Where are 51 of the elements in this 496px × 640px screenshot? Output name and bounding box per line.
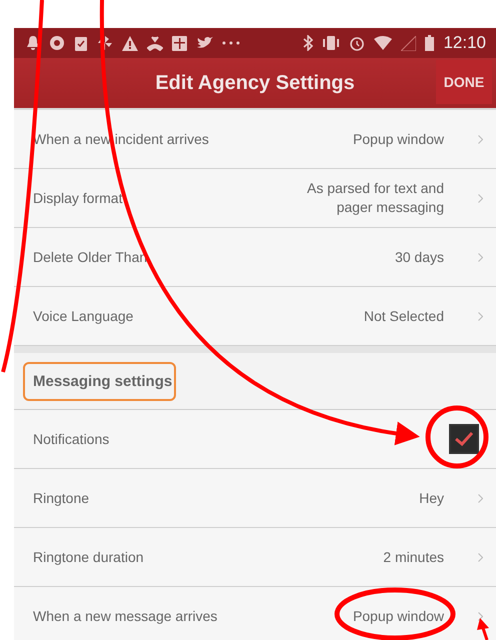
- chevron-icon: [478, 312, 483, 320]
- done-button[interactable]: DONE: [436, 60, 492, 104]
- bell-icon: [26, 35, 40, 51]
- setting-label: Ringtone: [33, 490, 90, 506]
- settings-row[interactable]: Ringtone duration 2 minutes: [14, 528, 496, 587]
- settings-row[interactable]: Display format As parsed for text and pager messaging: [14, 169, 496, 228]
- circle-annotation: [426, 406, 488, 468]
- settings-row[interactable]: When a new incident arrives Popup window: [14, 110, 496, 169]
- setting-label: Ringtone duration: [33, 549, 145, 565]
- setting-value: 30 days: [394, 248, 444, 266]
- vibrate-icon: [322, 36, 340, 50]
- chevron-icon: [478, 252, 483, 262]
- chevron-icon: [478, 552, 483, 562]
- setting-label: When a new incident arrives: [33, 131, 210, 147]
- chevron-icon: [478, 134, 483, 144]
- grid-icon: [172, 36, 187, 50]
- setting-value: Popup window: [352, 130, 444, 148]
- chevron-icon: [478, 612, 483, 620]
- browser-icon: [49, 35, 65, 51]
- phone-icon: [147, 35, 163, 51]
- status-time: 12:10: [443, 33, 486, 53]
- warning-icon: [122, 36, 138, 50]
- chevron-icon: [478, 494, 483, 502]
- settings-row[interactable]: Notifications: [14, 410, 496, 469]
- signal-icon: [401, 36, 416, 50]
- check-icon: [454, 431, 474, 447]
- setting-value: Not Selected: [362, 306, 444, 326]
- screen-title: Edit Agency Settings: [155, 72, 355, 94]
- battery-icon: [425, 35, 434, 51]
- settings-row[interactable]: When a new message arrives Popup window: [14, 587, 496, 640]
- setting-label: Voice Language: [33, 308, 134, 324]
- arrow-annotation: [477, 618, 489, 640]
- bird-icon: [196, 36, 213, 50]
- setting-label: Display format: [33, 190, 124, 206]
- more-icon: [222, 41, 240, 45]
- bluetooth-icon: [303, 35, 314, 51]
- settings-row[interactable]: Ringtone Hey: [14, 469, 496, 528]
- setting-value: Hey: [418, 488, 444, 508]
- alarm-icon: [349, 35, 366, 51]
- clipboard-icon: [74, 35, 88, 51]
- setting-label: Notifications: [33, 431, 110, 447]
- setting-value: Popup window: [352, 606, 444, 626]
- settings-row[interactable]: Voice Language Not Selected: [14, 287, 496, 346]
- wifi-icon: [374, 36, 392, 50]
- chevron-icon: [478, 194, 483, 202]
- section-title: Messaging settings: [23, 362, 176, 400]
- setting-value: 2 minutes: [382, 548, 444, 566]
- checkbox[interactable]: [449, 424, 479, 454]
- setting-label: When a new message arrives: [33, 608, 218, 624]
- pinwheel-icon: [97, 35, 113, 51]
- setting-value: As parsed for text and pager messaging: [306, 179, 444, 217]
